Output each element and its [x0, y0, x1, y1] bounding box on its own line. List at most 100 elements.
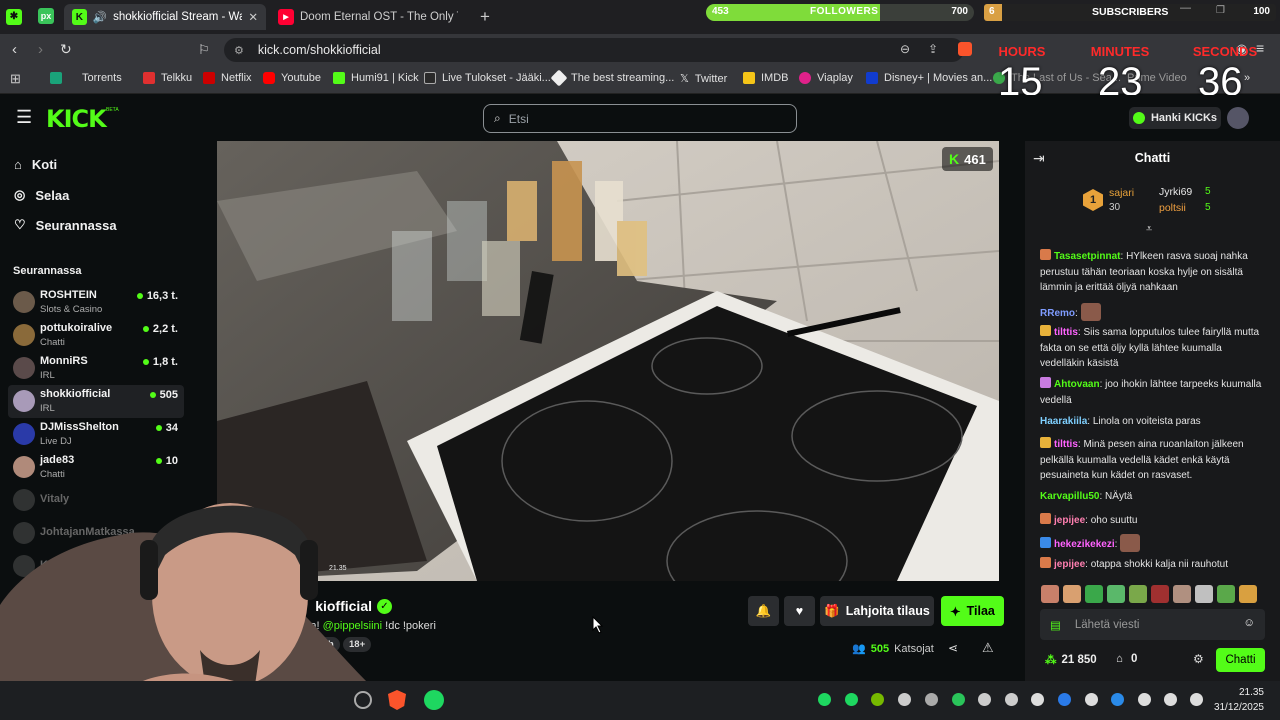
apps-grid-icon[interactable]: ⊞ [10, 71, 21, 87]
clock-time[interactable]: 21.35 [1208, 687, 1264, 698]
site-info-icon[interactable]: ⚙ [234, 44, 244, 57]
emote-icon[interactable] [1151, 585, 1169, 603]
subscribe-button[interactable]: ✦ Tilaa [941, 596, 1004, 626]
sidebar-channel-roshtein[interactable]: ROSHTEIN Slots & Casino 16,3 t. [8, 286, 184, 319]
sidebar-channel-monnirs[interactable]: MonniRS IRL 1,8 t. [8, 352, 184, 385]
nvidia-tray-icon[interactable] [871, 693, 884, 706]
tab-kick-stream[interactable]: K 🔊 shokkiofficial Stream - Watch ✕ [64, 4, 266, 30]
tab-close-icon[interactable]: ✕ [248, 10, 258, 24]
get-kicks-button[interactable]: Hanki KICKs [1129, 107, 1221, 129]
clock-date[interactable]: 31/12/2025 [1200, 702, 1264, 713]
bookmark-twitter[interactable]: 𝕏 Twitter [680, 72, 727, 86]
sidebar-channel-pottukoiralive[interactable]: pottukoiralive Chatti 2,2 t. [8, 319, 184, 352]
chat-username[interactable]: Haarakiila [1040, 416, 1087, 427]
chat-username[interactable]: tilttis [1054, 327, 1078, 338]
share-stream-icon[interactable]: ⋖ [948, 641, 958, 655]
maximize-icon[interactable]: ❐ [1216, 5, 1225, 16]
nav-home[interactable]: ⌂ Koti [14, 157, 57, 172]
leader-name[interactable]: poltsii [1159, 202, 1186, 214]
tab-doom-ost[interactable]: ▶ Doom Eternal OST - The Only Thing [270, 4, 466, 30]
steam-tray-icon[interactable] [978, 693, 991, 706]
sidebar-channel-djmissshelton[interactable]: DJMissShelton Live DJ 34 [8, 418, 184, 451]
bookmark-netflix[interactable]: Netflix [203, 72, 252, 84]
expand-leaderboard-icon[interactable]: ⩡ [1146, 223, 1152, 236]
spotify-taskbar-icon[interactable] [424, 690, 444, 710]
bookmark-icon[interactable]: ⚐ [198, 42, 210, 58]
security-tray-icon[interactable] [1111, 693, 1124, 706]
browser-logo-icon[interactable]: ✱ [6, 8, 22, 25]
emote-icon[interactable] [1063, 585, 1081, 603]
chat-username[interactable]: Karvapillu50 [1040, 491, 1099, 502]
sidebar-channel-jade83[interactable]: jade83 Chatti 10 [8, 451, 184, 484]
channel-points[interactable]: ⁂ 21 850 [1045, 653, 1097, 667]
phone-tray-icon[interactable] [1085, 693, 1098, 706]
leader-name[interactable]: sajari [1109, 187, 1134, 199]
send-chat-button[interactable]: Chatti [1216, 648, 1265, 672]
green-circle-tray-icon[interactable] [845, 693, 858, 706]
px-extension-icon[interactable]: px [38, 8, 54, 24]
channel-name: pottukoiralive [40, 322, 113, 334]
new-tab-icon[interactable]: + [480, 7, 490, 27]
subscribers-count: 6 [989, 6, 995, 17]
chat-username[interactable]: hekezikekezi [1054, 539, 1115, 550]
emote-icon[interactable] [1085, 585, 1103, 603]
brave-shield-icon[interactable] [958, 42, 972, 56]
chat-settings-icon[interactable]: ⚙ [1193, 652, 1204, 666]
bookmark-youtube[interactable]: Youtube [263, 72, 321, 84]
reload-icon[interactable]: ↻ [60, 41, 72, 58]
bookmark-humi91[interactable]: Humi91 | Kick [333, 72, 419, 84]
leader-name[interactable]: Jyrki69 [1159, 186, 1192, 198]
arrow-tray-icon[interactable] [1005, 693, 1018, 706]
emote-icon[interactable] [1239, 585, 1257, 603]
discord-tray-icon[interactable] [1031, 693, 1044, 706]
cloud-tray-icon[interactable] [898, 693, 911, 706]
play-tray-icon[interactable] [952, 693, 965, 706]
follow-button[interactable]: ♥ [784, 596, 815, 626]
forward-icon[interactable]: › [38, 41, 43, 58]
chat-username[interactable]: RRemo [1040, 308, 1075, 319]
user-avatar[interactable] [1227, 107, 1249, 129]
bookmark-viaplay[interactable]: Viaplay [799, 72, 853, 84]
chat-username[interactable]: Ahtovaan [1054, 379, 1100, 390]
back-icon[interactable]: ‹ [12, 41, 17, 58]
bookmark-torrents[interactable]: Torrents [50, 72, 122, 84]
chat-username[interactable]: jepijee [1054, 559, 1085, 570]
brave-taskbar-icon[interactable] [388, 690, 406, 710]
minimize-icon[interactable]: — [1180, 4, 1191, 14]
emoji-icon[interactable]: ☺ [1243, 617, 1255, 629]
emote-icon[interactable] [1173, 585, 1191, 603]
chat-username[interactable]: jepijee [1054, 515, 1085, 526]
volume-tray-icon[interactable] [1164, 693, 1177, 706]
bluetooth-tray-icon[interactable] [1058, 693, 1071, 706]
sidebar-channel-shokkiofficial[interactable]: shokkiofficial IRL 505 [8, 385, 184, 418]
hamburger-menu-icon[interactable]: ☰ [16, 107, 32, 128]
spotify-tray-icon[interactable] [818, 693, 831, 706]
obs-icon[interactable] [354, 691, 372, 709]
emote-icon[interactable] [1107, 585, 1125, 603]
kick-logo[interactable]: KICK [46, 105, 107, 133]
share-icon[interactable]: ⇪ [928, 42, 938, 56]
emote-icon[interactable] [1195, 585, 1213, 603]
gift-counter[interactable]: ⌂ 0 [1116, 653, 1137, 665]
bookmark-live-tulokset[interactable]: Live Tulokset - Jääki... [424, 72, 551, 84]
nav-following[interactable]: ♡ Seurannassa [14, 217, 117, 233]
chat-username[interactable]: Tasasetpinnat [1054, 251, 1121, 262]
chat-username[interactable]: tilttis [1054, 439, 1078, 450]
emote-icon[interactable] [1217, 585, 1235, 603]
search-input[interactable]: ⌕ Etsi [483, 104, 797, 133]
chat-message-input[interactable]: ▤ Lähetä viesti ☺ [1040, 609, 1265, 640]
bookmark-telkku[interactable]: Telkku [143, 72, 192, 84]
bookmark-imdb[interactable]: IMDB [743, 72, 789, 84]
bookmark-streaming[interactable]: The best streaming... [550, 69, 674, 87]
address-bar[interactable]: ⚙ kick.com/shokkiofficial ⊖ ⇪ [224, 38, 964, 62]
emote-icon[interactable] [1041, 585, 1059, 603]
nav-browse[interactable]: ◎ Selaa [14, 187, 69, 203]
report-icon[interactable]: ⚠ [982, 640, 994, 656]
zoom-icon[interactable]: ⊖ [900, 42, 910, 56]
microphone-tray-icon[interactable] [1138, 693, 1151, 706]
bookmark-disney[interactable]: Disney+ | Movies an... [866, 72, 992, 84]
app-tray-icon[interactable] [925, 693, 938, 706]
emote-icon[interactable] [1129, 585, 1147, 603]
notification-bell-button[interactable]: 🔔 [748, 596, 779, 626]
gift-sub-button[interactable]: 🎁 Lahjoita tilaus [820, 596, 934, 626]
